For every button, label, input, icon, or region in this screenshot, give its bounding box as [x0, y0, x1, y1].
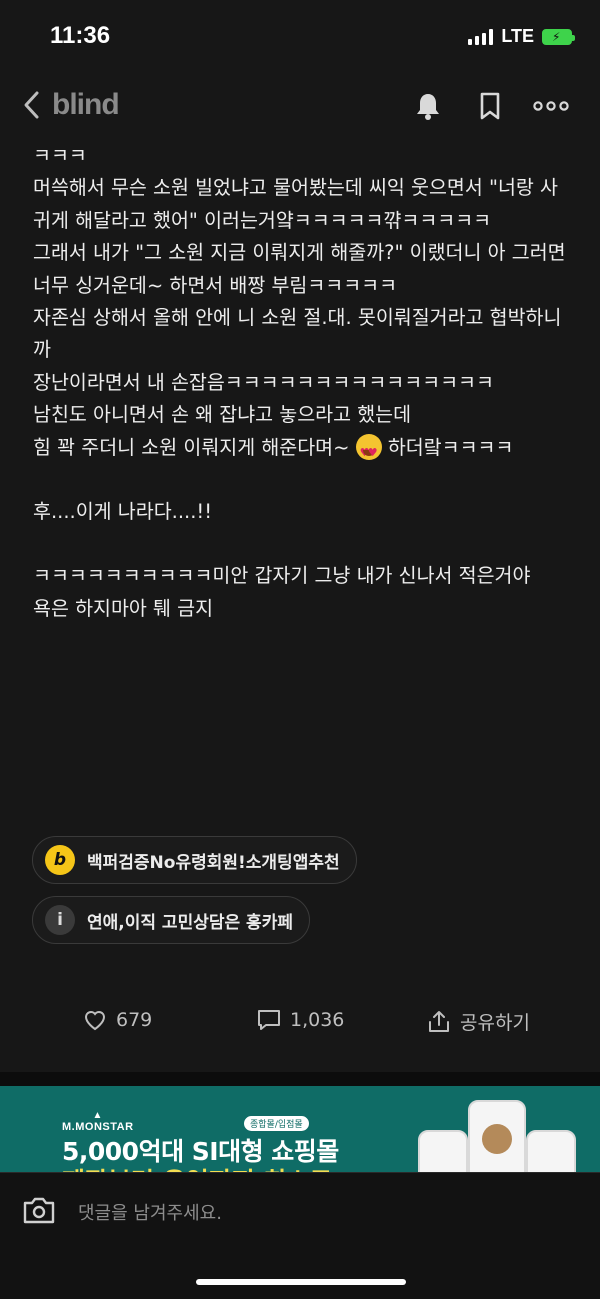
post-line: 장난이라면서 내 손잡음ㅋㅋㅋㅋㅋㅋㅋㅋㅋㅋㅋㅋㅋㅋㅋ [33, 370, 494, 394]
ad-phone-image [418, 1130, 468, 1172]
post-line: 머쓱해서 무슨 소원 빌었냐고 물어봤는데 씨익 웃으면서 "너랑 사귀게 해달… [33, 176, 558, 232]
signal-icon [468, 28, 494, 45]
post-line: 남친도 아니면서 손 왜 잡냐고 놓으라고 했는데 [33, 403, 412, 427]
post-body: ㅋㅋㅋ 머쓱해서 무슨 소원 빌었냐고 물어봤는데 씨익 웃으면서 "너랑 사귀… [33, 140, 573, 625]
ad-phone-image [526, 1130, 576, 1172]
post-actions: 679 1,036 공유하기 [0, 1000, 600, 1044]
share-icon [429, 1010, 449, 1032]
ad-subline: 제작부터 운영까지 최소로 [62, 1162, 332, 1172]
post-line: 자존심 상해서 올해 안에 니 소원 절.대. 못이뤄질거라고 협박하니까 [33, 306, 562, 362]
post-line: ㅋㅋㅋㅋㅋㅋㅋㅋㅋㅋ미안 갑자기 그냥 내가 신나서 적은거야 [33, 564, 531, 588]
camera-icon[interactable] [22, 1195, 56, 1225]
comment-icon [258, 1010, 280, 1030]
ad-brand: ▲ M.MONSTAR [62, 1110, 134, 1133]
app-header: blind [0, 78, 600, 138]
post-line-with-emoji: 힘 꽉 주더니 소원 이뤄지게 해준다며~ 하더랔ㅋㅋㅋㅋ [33, 432, 573, 469]
more-icon[interactable] [532, 90, 570, 122]
battery-icon: ⚡ [542, 28, 575, 45]
status-time: 11:36 [50, 22, 111, 49]
post-line: 하더랔ㅋㅋㅋㅋ [387, 435, 514, 459]
ad-banner[interactable]: ▲M.MONSTAR 종합몰/입점몰 5,000억대 SI대형 쇼핑몰 제작부터… [0, 1086, 600, 1172]
tag-chip-dating-app[interactable]: b 백퍼검증No유령회원!소개팅앱추천 [32, 836, 357, 884]
share-label: 공유하기 [460, 1012, 530, 1034]
post-line: ㅋㅋㅋ [33, 144, 87, 167]
post-line: 후....이게 나라다....!! [33, 500, 213, 524]
home-indicator [196, 1279, 406, 1285]
like-count: 679 [116, 1009, 153, 1031]
share-button[interactable]: 공유하기 [426, 1008, 530, 1035]
bookmark-icon[interactable] [474, 90, 506, 122]
status-icons: LTE ⚡ [468, 26, 575, 47]
ad-pill: 종합몰/입점몰 [244, 1116, 309, 1131]
back-icon[interactable] [22, 90, 42, 120]
b-badge-icon: b [45, 845, 75, 875]
heart-eyes-emoji-icon [355, 433, 382, 469]
status-bar: 11:36 LTE ⚡ [0, 0, 600, 78]
tag-label: 연애,이직 고민상담은 홍카페 [87, 912, 293, 933]
blind-logo[interactable]: blind [52, 88, 120, 122]
like-button[interactable]: 679 [82, 1008, 152, 1032]
comment-count: 1,036 [290, 1009, 345, 1031]
bell-icon[interactable] [412, 90, 444, 122]
tag-label: 백퍼검증No유령회원!소개팅앱추천 [87, 852, 340, 873]
network-label: LTE [501, 26, 534, 46]
comment-bar: 댓글을 남겨주세요. [0, 1172, 600, 1299]
comment-input[interactable]: 댓글을 남겨주세요. [78, 1199, 222, 1225]
section-divider [0, 1072, 600, 1086]
post-line: 욕은 하지마아 퉤 금지 [33, 596, 214, 620]
post-line: 힘 꽉 주더니 소원 이뤄지게 해준다며~ [33, 435, 350, 459]
info-icon: i [45, 905, 75, 935]
tag-chip-counsel-cafe[interactable]: i 연애,이직 고민상담은 홍카페 [32, 896, 310, 944]
post-line: 그래서 내가 "그 소원 지금 이뤄지게 해줄까?" 이랬더니 아 그러면 너무… [33, 241, 566, 297]
ad-phone-image [468, 1100, 526, 1172]
comment-button[interactable]: 1,036 [256, 1008, 344, 1032]
heart-icon [84, 1011, 106, 1031]
